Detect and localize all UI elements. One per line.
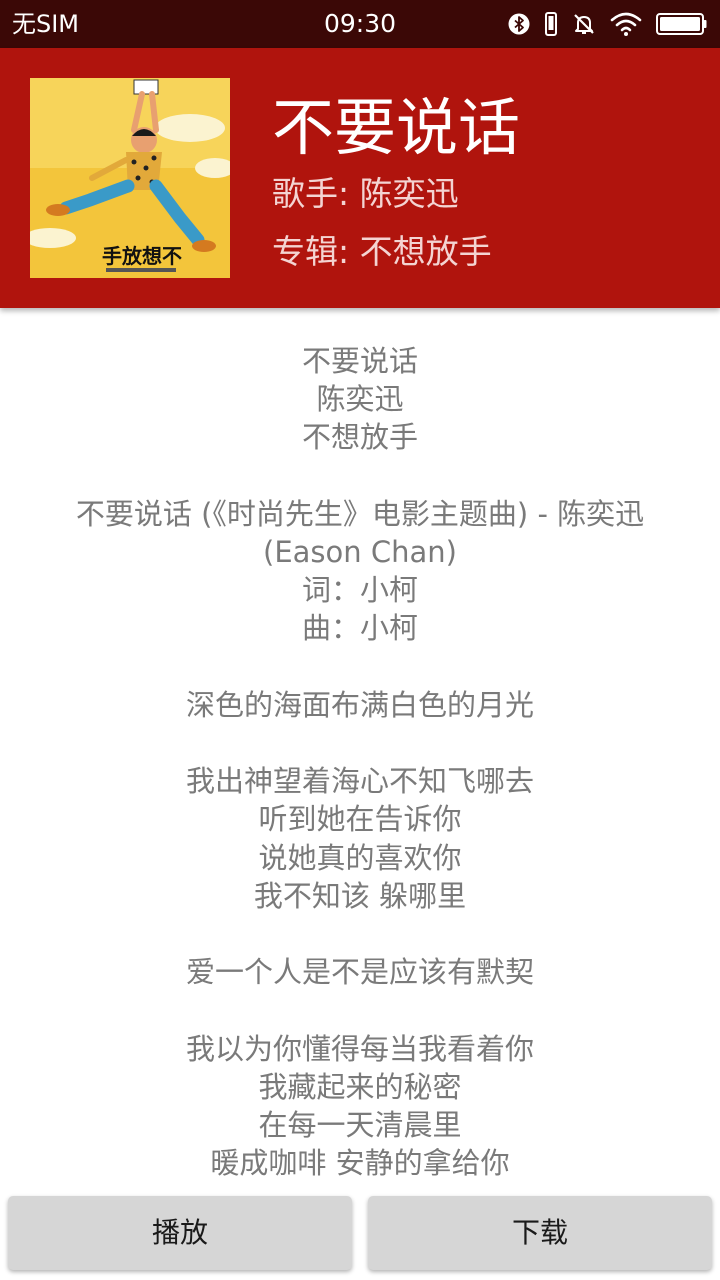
song-artist: 歌手: 陈奕迅 [272,174,459,213]
lyric-line: 深色的海面布满白色的月光 [185,687,534,722]
status-icons [508,10,708,38]
lyric-line: 我出神望着海心不知飞哪去 [185,764,534,799]
lyric-line: 爱一个人是不是应该有默契 [185,955,534,990]
song-album: 专辑: 不想放手 [272,232,492,271]
lyric-line: 我藏起来的秘密 [258,1069,462,1104]
lyric-line: 词：小柯 [301,573,418,608]
lyric-line: 陈奕迅 [316,382,404,417]
battery-icon [656,12,708,36]
song-header: 手放想不 不要说话 歌手: 陈奕迅 专辑: 不想放手 [0,48,720,308]
status-bar: 无SIM 09:30 [0,0,720,48]
lyrics-view[interactable]: 不要说话陈奕迅 不想放手不要说话 (《时尚先生》电影主题曲) - 陈奕迅 (Eas… [0,342,720,1184]
silent-icon [572,12,596,36]
lyric-line [30,991,690,1029]
svg-text:手放想不: 手放想不 [102,244,182,268]
lyric-line: 听到她在告诉你 [258,802,462,837]
lyric-line: 暖成咖啡 安静的拿给你 [210,1146,510,1181]
lyric-line: 不要说话 [301,344,418,378]
lyrics-list: 不要说话陈奕迅 不想放手不要说话 (《时尚先生》电影主题曲) - 陈奕迅 (Eas… [0,342,720,1182]
vibrate-icon [544,12,558,36]
play-button[interactable]: 播放 [8,1196,352,1270]
lyric-line: 我不知该 躲哪里 [253,878,467,913]
lyric-line [30,915,690,953]
song-title: 不要说话 [272,91,521,164]
lyric-line: 我以为你懂得每当我看着你 [185,1031,534,1066]
wifi-icon [610,12,642,36]
lyric-line: 说她真的喜欢你 [258,840,462,875]
download-button[interactable]: 下载 [368,1196,712,1270]
album-cover-image: 手放想不 [30,78,230,278]
lyric-line: 在每一天清晨里 [258,1107,462,1142]
lyric-line [30,648,690,686]
lyric-line: 不想放手 [301,420,418,455]
bluetooth-icon [508,13,530,35]
lyric-line [30,457,690,495]
lyric-line: 曲：小柯 [301,611,418,646]
lyric-line: 不要说话 (《时尚先生》电影主题曲) - 陈奕迅 (Eason Chan) [75,496,654,569]
lyric-line [30,724,690,762]
